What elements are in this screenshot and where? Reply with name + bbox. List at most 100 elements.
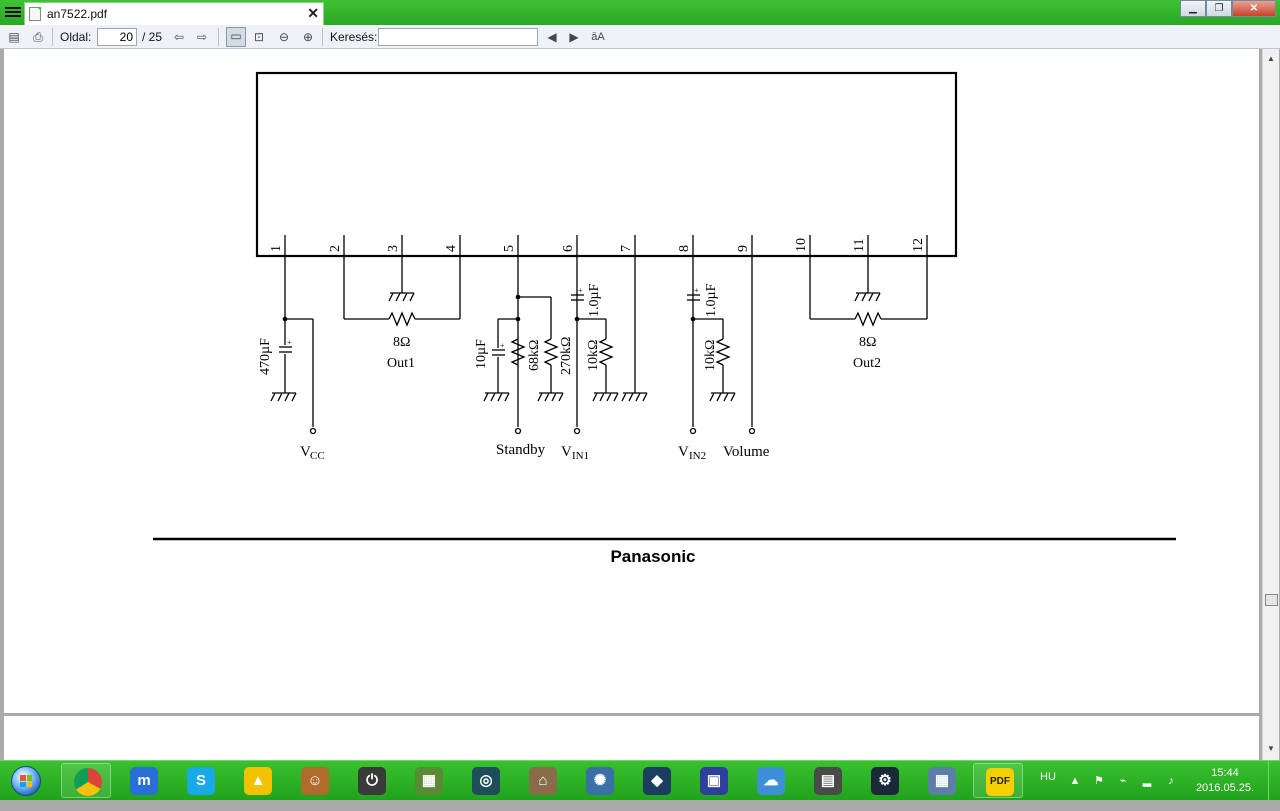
out2-resistor-label: 8Ω — [859, 335, 876, 350]
taskbar-app-archicad[interactable]: ▲ — [232, 763, 282, 798]
panasonic-logo: Panasonic — [610, 547, 695, 566]
scroll-up-icon[interactable]: ▲ — [1267, 54, 1275, 63]
power-app-icon: ⏻ — [358, 767, 386, 795]
pin-number: 11 — [852, 239, 867, 252]
pin-number: 6 — [561, 245, 576, 252]
pin-number: 1 — [269, 245, 284, 252]
pin-number: 8 — [677, 245, 692, 252]
start-button[interactable] — [3, 762, 49, 800]
close-button[interactable]: ✕ — [1232, 0, 1276, 17]
taskbar-app-hearthstone[interactable]: ✺ — [574, 763, 624, 798]
scrollbar-thumb[interactable] — [1265, 594, 1278, 606]
scroll-down-icon[interactable]: ▼ — [1267, 744, 1275, 753]
capacitor-1uf-label-a: 1.0µF — [587, 283, 602, 317]
taskbar-app-chrome[interactable] — [61, 763, 111, 798]
pin-number: 3 — [386, 245, 401, 252]
vin2-subscript: IN2 — [689, 450, 706, 462]
skype-icon: S — [187, 767, 215, 795]
capacitor-10-label: 10µF — [474, 339, 489, 369]
tab-close-icon[interactable]: ✕ — [307, 5, 319, 22]
league-icon: ◎ — [472, 767, 500, 795]
network-signal-icon[interactable]: ▂ — [1140, 774, 1154, 788]
taskbar-app-skype[interactable]: S — [175, 763, 225, 798]
zoom-out-icon[interactable]: ⊖ — [276, 29, 292, 45]
taskbar-app-steam[interactable]: ⚙ — [859, 763, 909, 798]
print-icon[interactable]: ⎙ — [30, 29, 46, 45]
search-label: Keresés: — [330, 30, 378, 44]
prev-page-icon[interactable]: ⇦ — [171, 29, 187, 45]
vin2-label: V — [678, 444, 689, 460]
taskbar: m S ▲ ☺ ⏻ ▦ ◎ ⌂ ✺ ◆ ▣ ☁ ▤ ⚙ ▦ PDF HU ▲ ⚑ ⌁ ▂ ♪ 15:44 20… — [0, 760, 1280, 801]
taskbar-app-game-avatar[interactable]: ☺ — [289, 763, 339, 798]
show-desktop-button[interactable] — [1268, 761, 1280, 801]
volume-label: Volume — [723, 444, 770, 460]
chrome-icon — [74, 768, 102, 796]
minecraft-icon: ▦ — [415, 767, 443, 795]
out1-resistor-label: 8Ω — [393, 335, 410, 350]
cloud-app-icon: ☁ — [757, 767, 785, 795]
pdf-file-icon — [29, 7, 41, 21]
taskbar-app-nvidia-app[interactable]: ◆ — [631, 763, 681, 798]
toolbar-separator — [322, 28, 323, 46]
clock-date: 2016.05.25. — [1195, 782, 1255, 794]
fit-page-icon[interactable]: ▭ — [226, 27, 246, 47]
find-next-icon[interactable]: ▶ — [566, 29, 582, 45]
taskbar-app-maxthon[interactable]: m — [118, 763, 168, 798]
taskbar-app-network-app[interactable]: ▤ — [802, 763, 852, 798]
page-total: / 25 — [142, 30, 163, 44]
nvidia-app-icon: ◆ — [643, 767, 671, 795]
resistor-270k-label: 270kΩ — [559, 337, 574, 375]
taskbar-app-calculator[interactable]: ▦ — [916, 763, 966, 798]
next-page-icon[interactable]: ⇨ — [194, 29, 210, 45]
taskbar-app-pdf-viewer[interactable]: PDF — [973, 763, 1023, 798]
menu-icon[interactable] — [5, 5, 21, 19]
taskbar-app-power-app[interactable]: ⏻ — [346, 763, 396, 798]
fit-width-icon[interactable]: ⊡ — [251, 29, 267, 45]
toolbar: ▤ ⎙ Oldal: / 25 ⇦ ⇨ ▭ ⊡ ⊖ ⊕ Keresés: ◀ ▶… — [0, 25, 1280, 49]
pin-number: 5 — [502, 245, 517, 252]
match-case-icon[interactable]: āA — [590, 29, 606, 45]
vertical-scrollbar[interactable]: ▲ ▼ — [1262, 49, 1279, 760]
svg-text:+: + — [287, 338, 292, 347]
pdf-next-page — [4, 716, 1259, 760]
window-controls: ▁ ❐ ✕ — [1180, 0, 1276, 17]
taskbar-app-minecraft[interactable]: ▦ — [403, 763, 453, 798]
application-circuit-schematic: + + + + 1 2 3 4 5 6 7 8 9 10 11 12 470µF… — [153, 71, 1176, 566]
find-prev-icon[interactable]: ◀ — [544, 29, 560, 45]
taskbar-app-league[interactable]: ◎ — [460, 763, 510, 798]
hearthstone-icon: ✺ — [586, 767, 614, 795]
vin1-subscript: IN1 — [572, 450, 589, 462]
minimize-button[interactable]: ▁ — [1180, 0, 1206, 17]
document-viewer[interactable]: + + + + 1 2 3 4 5 6 7 8 9 10 11 12 470µF… — [0, 49, 1280, 760]
capacitor-1uf-label-b: 1.0µF — [704, 283, 719, 317]
save-app-icon: ▣ — [700, 767, 728, 795]
pin-number: 9 — [736, 245, 751, 252]
zoom-in-icon[interactable]: ⊕ — [300, 29, 316, 45]
volume-icon[interactable]: ♪ — [1164, 774, 1178, 788]
language-indicator[interactable]: HU — [1040, 771, 1056, 811]
taskbar-app-house-app[interactable]: ⌂ — [517, 763, 567, 798]
taskbar-app-cloud-app[interactable]: ☁ — [745, 763, 795, 798]
svg-text:+: + — [694, 286, 699, 295]
pdf-page: + + + + 1 2 3 4 5 6 7 8 9 10 11 12 470µF… — [4, 49, 1259, 713]
action-center-icon[interactable]: ⚑ — [1092, 774, 1106, 788]
system-clock[interactable]: 15:44 2016.05.25. — [1190, 766, 1260, 806]
standby-label: Standby — [496, 442, 546, 458]
page-label: Oldal: — [60, 30, 92, 44]
vin1-label: V — [561, 444, 572, 460]
page-number-input[interactable] — [97, 28, 137, 46]
out2-label: Out2 — [853, 356, 881, 371]
resistor-10k-label-a: 10kΩ — [586, 340, 601, 371]
svg-text:+: + — [578, 286, 583, 295]
resistor-68k-label: 68kΩ — [527, 340, 542, 371]
maximize-button[interactable]: ❐ — [1206, 0, 1232, 17]
document-tab[interactable]: an7522.pdf ✕ — [24, 2, 324, 25]
maxthon-icon: m — [130, 767, 158, 795]
game-avatar-icon: ☺ — [301, 767, 329, 795]
taskbar-app-save-app[interactable]: ▣ — [688, 763, 738, 798]
show-hidden-icons-icon[interactable]: ▲ — [1068, 774, 1082, 788]
open-icon[interactable]: ▤ — [6, 29, 22, 45]
calculator-icon: ▦ — [928, 767, 956, 795]
search-input[interactable] — [378, 28, 538, 46]
power-plug-icon[interactable]: ⌁ — [1116, 774, 1130, 788]
